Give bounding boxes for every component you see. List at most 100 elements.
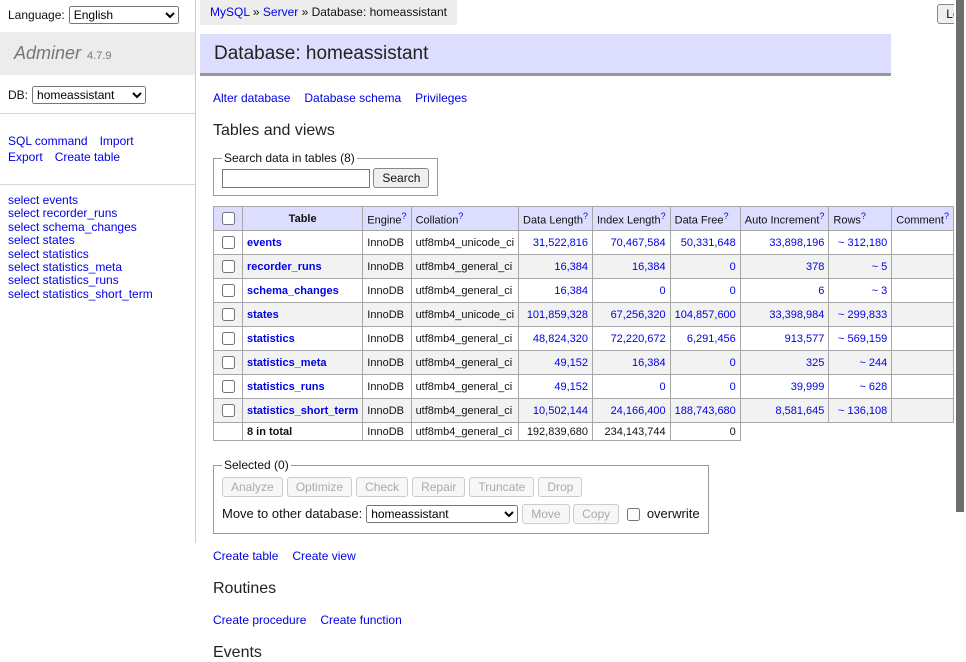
auto-increment-link[interactable]: 913,577 — [785, 333, 825, 345]
index-length-link[interactable]: 16,384 — [632, 357, 666, 369]
table-link[interactable]: schema_changes — [247, 285, 339, 297]
search-input[interactable] — [222, 169, 370, 188]
routine-link[interactable]: Create procedure — [213, 613, 306, 627]
auto-increment-link[interactable]: 6 — [818, 285, 824, 297]
help-link[interactable]: ? — [724, 211, 729, 221]
table-link[interactable]: statistics_runs — [247, 381, 325, 393]
row-checkbox[interactable] — [222, 260, 235, 273]
table-link[interactable]: events — [247, 237, 282, 249]
create-link[interactable]: Create table — [213, 549, 278, 563]
data-length-link[interactable]: 16,384 — [554, 285, 588, 297]
data-length-link[interactable]: 101,859,328 — [527, 309, 588, 321]
data-free-link[interactable]: 188,743,680 — [675, 405, 736, 417]
db-select[interactable]: homeassistant — [32, 86, 146, 104]
sidebar-table-link[interactable]: select states — [8, 233, 75, 247]
help-link[interactable]: ? — [661, 211, 666, 221]
rows-link[interactable]: ~ 628 — [859, 381, 887, 393]
data-length-link[interactable]: 16,384 — [554, 261, 588, 273]
sidebar-action-export[interactable]: Export — [8, 150, 43, 164]
table-link[interactable]: statistics_meta — [247, 357, 327, 369]
auto-increment-link[interactable]: 33,398,984 — [769, 309, 824, 321]
rows-link[interactable]: ~ 569,159 — [838, 333, 887, 345]
sidebar-table-link[interactable]: select statistics_meta — [8, 260, 122, 274]
index-length-link[interactable]: 24,166,400 — [611, 405, 666, 417]
sidebar-table-link[interactable]: select schema_changes — [8, 220, 137, 234]
row-checkbox[interactable] — [222, 380, 235, 393]
help-link[interactable]: ? — [819, 211, 824, 221]
data-length-link[interactable]: 49,152 — [554, 381, 588, 393]
table-link[interactable]: statistics_short_term — [247, 405, 358, 417]
help-link[interactable]: ? — [458, 211, 463, 221]
table-link[interactable]: statistics — [247, 333, 295, 345]
routine-link[interactable]: Create function — [320, 613, 401, 627]
rows-link[interactable]: ~ 5 — [872, 261, 888, 273]
search-button[interactable]: Search — [373, 168, 429, 188]
data-free-link[interactable]: 0 — [730, 381, 736, 393]
row-checkbox[interactable] — [222, 332, 235, 345]
index-length-link[interactable]: 72,220,672 — [611, 333, 666, 345]
sidebar-action-create-table[interactable]: Create table — [55, 150, 120, 164]
auto-increment-link[interactable]: 39,999 — [791, 381, 825, 393]
move-button[interactable]: Move — [522, 504, 569, 524]
rows-link[interactable]: ~ 299,833 — [838, 309, 887, 321]
sidebar-action-sql-command[interactable]: SQL command — [8, 134, 88, 148]
row-checkbox[interactable] — [222, 236, 235, 249]
help-link[interactable]: ? — [583, 211, 588, 221]
index-length-link[interactable]: 16,384 — [632, 261, 666, 273]
index-length-link[interactable]: 0 — [660, 381, 666, 393]
index-length-link[interactable]: 67,256,320 — [611, 309, 666, 321]
db-action-link[interactable]: Alter database — [213, 91, 290, 105]
optimize-button[interactable]: Optimize — [287, 477, 352, 497]
help-link[interactable]: ? — [861, 211, 866, 221]
data-length-link[interactable]: 48,824,320 — [533, 333, 588, 345]
auto-increment-link[interactable]: 325 — [806, 357, 824, 369]
rows-link[interactable]: ~ 244 — [859, 357, 887, 369]
db-action-link[interactable]: Privileges — [415, 91, 467, 105]
help-link[interactable]: ? — [944, 211, 949, 221]
sidebar-table-link[interactable]: select statistics — [8, 247, 89, 261]
move-db-select[interactable]: homeassistant — [366, 505, 518, 523]
rows-link[interactable]: ~ 136,108 — [838, 405, 887, 417]
scrollbar-thumb[interactable] — [956, 0, 964, 512]
db-action-link[interactable]: Database schema — [304, 91, 401, 105]
row-checkbox[interactable] — [222, 404, 235, 417]
select-all-checkbox[interactable] — [222, 212, 235, 225]
data-free-link[interactable]: 50,331,648 — [681, 237, 736, 249]
data-length-link[interactable]: 10,502,144 — [533, 405, 588, 417]
table-link[interactable]: recorder_runs — [247, 261, 322, 273]
index-length-link[interactable]: 0 — [660, 285, 666, 297]
row-checkbox[interactable] — [222, 308, 235, 321]
breadcrumb-link[interactable]: Server — [263, 5, 298, 19]
truncate-button[interactable]: Truncate — [469, 477, 534, 497]
help-link[interactable]: ? — [402, 211, 407, 221]
drop-button[interactable]: Drop — [538, 477, 582, 497]
repair-button[interactable]: Repair — [412, 477, 465, 497]
sidebar-table-link[interactable]: select statistics_short_term — [8, 287, 153, 301]
auto-increment-link[interactable]: 378 — [806, 261, 824, 273]
rows-link[interactable]: ~ 312,180 — [838, 237, 887, 249]
vertical-scrollbar[interactable] — [954, 0, 966, 543]
data-free-link[interactable]: 0 — [730, 285, 736, 297]
auto-increment-link[interactable]: 8,581,645 — [775, 405, 824, 417]
analyze-button[interactable]: Analyze — [222, 477, 283, 497]
auto-increment-link[interactable]: 33,898,196 — [769, 237, 824, 249]
language-select[interactable]: English — [69, 6, 179, 24]
index-length-link[interactable]: 70,467,584 — [611, 237, 666, 249]
overwrite-checkbox[interactable] — [627, 508, 640, 521]
sidebar-table-link[interactable]: select events — [8, 193, 78, 207]
table-link[interactable]: states — [247, 309, 279, 321]
create-link[interactable]: Create view — [292, 549, 355, 563]
data-length-link[interactable]: 31,522,816 — [533, 237, 588, 249]
rows-link[interactable]: ~ 3 — [872, 285, 888, 297]
row-checkbox[interactable] — [222, 356, 235, 369]
breadcrumb-link[interactable]: MySQL — [210, 5, 250, 19]
row-checkbox[interactable] — [222, 284, 235, 297]
sidebar-table-link[interactable]: select recorder_runs — [8, 206, 117, 220]
data-free-link[interactable]: 0 — [730, 261, 736, 273]
data-free-link[interactable]: 0 — [730, 357, 736, 369]
sidebar-table-link[interactable]: select statistics_runs — [8, 273, 119, 287]
copy-button[interactable]: Copy — [573, 504, 619, 524]
check-button[interactable]: Check — [356, 477, 408, 497]
data-free-link[interactable]: 6,291,456 — [687, 333, 736, 345]
sidebar-action-import[interactable]: Import — [100, 134, 134, 148]
